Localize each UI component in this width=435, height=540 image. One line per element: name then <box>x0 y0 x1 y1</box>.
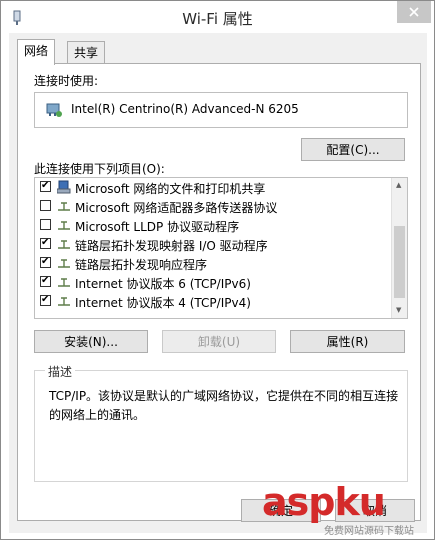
list-item-label: Microsoft 网络的文件和打印机共享 <box>75 182 266 196</box>
list-item[interactable]: Microsoft 网络适配器多路传送器协议 <box>35 197 390 216</box>
protocol-icon <box>58 221 70 230</box>
description-text: TCP/IP。该协议是默认的广域网络协议，它提供在不同的相互连接的网络上的通讯。 <box>49 389 399 422</box>
dialog-body: 网络 共享 连接时使用: Intel(R) Centrino(R) Advanc… <box>9 33 427 533</box>
device-name: Intel(R) Centrino(R) Advanced-N 6205 <box>71 102 299 116</box>
list-item-label: Internet 协议版本 4 (TCP/IPv4) <box>75 296 251 310</box>
checkbox[interactable] <box>40 257 51 268</box>
configure-button[interactable]: 配置(C)... <box>301 138 405 161</box>
network-tab-panel: 连接时使用: Intel(R) Centrino(R) Advanced-N 6… <box>17 63 421 521</box>
device-field: Intel(R) Centrino(R) Advanced-N 6205 <box>34 92 408 128</box>
checkbox[interactable] <box>40 276 51 287</box>
list-item[interactable]: Internet 协议版本 6 (TCP/IPv6) <box>35 273 390 292</box>
close-icon <box>409 7 419 17</box>
watermark-subtext: 免费网站源码下载站 <box>324 526 414 537</box>
scroll-up-arrow-icon[interactable]: ▲ <box>396 181 401 189</box>
list-item[interactable]: Internet 协议版本 4 (TCP/IPv4) <box>35 292 390 311</box>
close-button[interactable] <box>397 1 431 23</box>
protocol-icon <box>58 297 70 306</box>
list-item[interactable]: Microsoft 网络的文件和打印机共享 <box>35 178 390 197</box>
checkbox[interactable] <box>40 200 51 211</box>
checkbox[interactable] <box>40 219 51 230</box>
watermark-text: aspku <box>262 480 386 524</box>
list-item[interactable]: 链路层拓扑发现响应程序 <box>35 254 390 273</box>
list-item-label: Microsoft LLDP 协议驱动程序 <box>75 220 240 234</box>
protocol-icon <box>58 240 70 249</box>
list-item-label: Microsoft 网络适配器多路传送器协议 <box>75 201 278 215</box>
list-scrollbar[interactable]: ▲ ▼ <box>391 178 407 318</box>
scrollbar-thumb[interactable] <box>394 226 405 298</box>
watermark-logo: aspku 免费网站源码下载站 <box>262 480 434 540</box>
protocol-icon <box>58 202 70 211</box>
list-item-label: 链路层拓扑发现响应程序 <box>75 258 208 272</box>
checkbox[interactable] <box>40 181 51 192</box>
components-list: Microsoft 网络的文件和打印机共享 Microsoft 网络适配器多路传… <box>34 177 408 319</box>
uninstall-button[interactable]: 卸载(U) <box>162 330 276 353</box>
properties-window: Wi-Fi 属性 网络 共享 连接时使用: Intel(R) Centrino(… <box>0 0 435 540</box>
list-item-label: 链路层拓扑发现映射器 I/O 驱动程序 <box>75 239 268 253</box>
install-button[interactable]: 安装(N)... <box>34 330 148 353</box>
checkbox[interactable] <box>40 238 51 249</box>
list-item[interactable]: 链路层拓扑发现映射器 I/O 驱动程序 <box>35 235 390 254</box>
tab-sharing[interactable]: 共享 <box>67 41 106 64</box>
protocol-icon <box>58 278 70 287</box>
description-legend: 描述 <box>45 363 76 380</box>
printer-share-icon <box>57 180 71 194</box>
description-group: 描述 TCP/IP。该协议是默认的广域网络协议，它提供在不同的相互连接的网络上的… <box>34 363 408 482</box>
properties-button[interactable]: 属性(R) <box>290 330 405 353</box>
items-label: 此连接使用下列项目(O): <box>34 162 165 176</box>
title-bar: Wi-Fi 属性 <box>1 1 434 33</box>
network-card-icon <box>46 103 62 117</box>
watermark-text-part: aspku <box>262 480 386 524</box>
protocol-icon <box>58 259 70 268</box>
window-title: Wi-Fi 属性 <box>182 10 253 28</box>
scroll-down-arrow-icon[interactable]: ▼ <box>396 306 401 314</box>
list-item-label: Internet 协议版本 6 (TCP/IPv6) <box>75 277 251 291</box>
checkbox[interactable] <box>40 295 51 306</box>
tab-network[interactable]: 网络 <box>17 39 56 65</box>
list-item[interactable]: Microsoft LLDP 协议驱动程序 <box>35 216 390 235</box>
connect-using-label: 连接时使用: <box>34 74 99 88</box>
